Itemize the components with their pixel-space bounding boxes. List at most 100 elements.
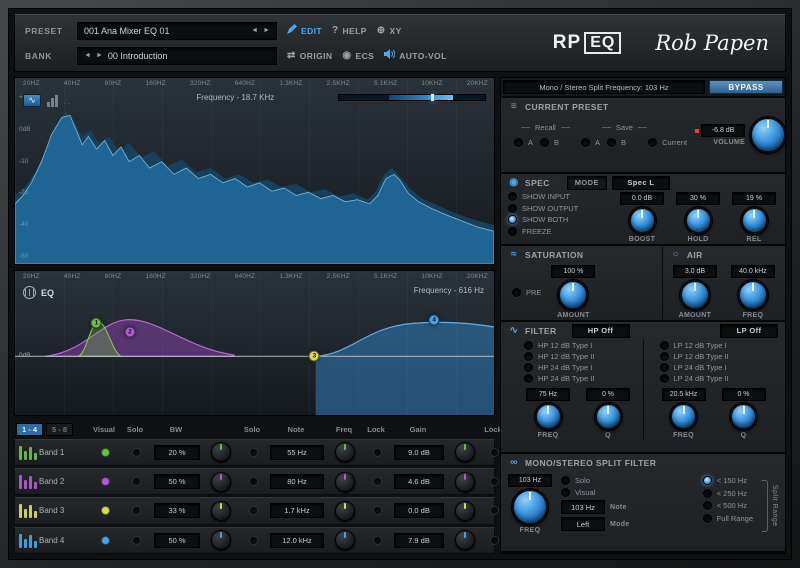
split-solo-radio[interactable]: Solo [561,476,629,485]
boost-knob[interactable] [628,207,656,234]
band3-solo-toggle[interactable] [131,506,141,516]
split-visual-radio[interactable]: Visual [561,488,629,497]
auto-vol-button[interactable]: AUTO-VOL [384,49,446,62]
air-amount-knob[interactable] [679,280,710,310]
lp-24-type2-radio[interactable]: LP 24 dB Type II [659,374,779,383]
band1-freq-knob[interactable] [335,442,355,463]
lp-freq-value[interactable]: 20.5 kHz [661,388,706,401]
band3-note-solo-toggle[interactable] [248,506,258,516]
band2-freq-value[interactable]: 80 Hz [270,474,324,490]
band1-note-solo-toggle[interactable] [248,447,258,457]
show-input-radio[interactable]: SHOW INPUT [508,192,612,201]
split-freq-knob[interactable] [512,489,548,525]
hp-mode-dropdown[interactable]: HP Off [571,323,630,338]
lp-q-knob[interactable] [730,403,757,430]
band2-gain-lock-toggle[interactable] [489,477,499,487]
eq-display[interactable]: 20HZ 40HZ 80HZ 160HZ 320HZ 640HZ 1.3KHZ 2.5KHZ 5… [14,270,495,416]
saturation-amount-value[interactable]: 100 % [551,265,596,278]
hold-value[interactable]: 30 % [676,192,720,205]
air-freq-value[interactable]: 40.0 kHz [730,265,775,278]
recall-a-radio[interactable]: A [514,138,533,147]
bank-next-arrow[interactable]: ► [96,52,103,59]
hold-knob[interactable] [684,207,712,234]
volume-knob[interactable] [750,117,787,153]
eq-plot[interactable]: 1 2 3 4 [15,283,494,415]
range-full-radio[interactable]: Full Range [702,513,753,523]
help-button[interactable]: ? HELP [332,25,367,36]
lp-24-type1-radio[interactable]: LP 24 dB Type I [659,363,779,372]
hp-24-type2-radio[interactable]: HP 24 dB Type II [524,374,643,383]
spec-mode-button[interactable]: MODE [566,175,607,190]
split-note-value[interactable]: 103 Hz [561,500,605,514]
bank-selector[interactable]: ◄ ► 00 Introduction [77,46,277,65]
hp-freq-knob[interactable] [534,403,562,430]
boost-value[interactable]: 0.0 dB [620,192,664,205]
range-150hz-radio[interactable]: < 150 Hz [702,476,753,485]
air-amount-value[interactable]: 3.0 dB [672,265,717,278]
range-500hz-radio[interactable]: < 500 Hz [702,501,753,510]
spec-mode-dropdown[interactable]: Spec L [611,175,670,190]
band4-freq-lock-toggle[interactable] [372,535,382,545]
rel-value[interactable]: 19 % [732,192,776,205]
bank-prev-arrow[interactable]: ◄ [84,52,91,59]
spectrum-peak-hold-icon[interactable]: ∴ [64,98,70,107]
band1-gain-knob[interactable] [455,442,475,463]
lp-freq-knob[interactable] [670,403,697,430]
eq-node-band4[interactable]: 4 [428,314,440,326]
hp-12-type2-radio[interactable]: HP 12 dB Type II [524,352,643,361]
band4-solo-toggle[interactable] [131,535,141,545]
origin-button[interactable]: ⇄ ORIGIN [287,50,332,61]
spectrum-wave-icon[interactable]: ∿ [23,94,41,107]
band2-solo-toggle[interactable] [131,477,141,487]
band1-bw-value[interactable]: 20 % [154,444,200,460]
band4-freq-knob[interactable] [335,530,355,551]
tab-bands-1-4[interactable]: 1 - 4 [16,422,44,436]
band3-freq-lock-toggle[interactable] [372,506,382,516]
current-radio[interactable]: Current [648,138,687,147]
band2-freq-lock-toggle[interactable] [372,477,382,487]
band2-freq-knob[interactable] [335,471,355,492]
spectrum-display[interactable]: 20HZ 40HZ 80HZ 160HZ 320HZ 640HZ 1.3KHZ 2.5KHZ 5… [14,77,495,265]
slider-marker[interactable] [430,94,434,101]
save-b-radio[interactable]: B [607,138,626,147]
band1-bw-knob[interactable] [211,442,231,463]
band3-gain-lock-toggle[interactable] [489,506,499,516]
band2-bw-value[interactable]: 50 % [154,474,200,490]
hp-24-type1-radio[interactable]: HP 24 dB Type I [524,363,643,372]
band2-gain-value[interactable]: 4.6 dB [394,474,444,490]
band2-bw-knob[interactable] [211,471,231,492]
band3-visual-toggle[interactable] [100,506,110,516]
freeze-radio[interactable]: FREEZE [508,226,612,236]
band4-bw-value[interactable]: 50 % [154,532,200,548]
band1-gain-value[interactable]: 9.0 dB [394,444,444,460]
hp-freq-value[interactable]: 75 Hz [526,388,570,401]
band1-visual-toggle[interactable] [100,447,110,457]
band4-gain-lock-toggle[interactable] [489,535,499,545]
band1-freq-lock-toggle[interactable] [372,447,382,457]
band1-freq-value[interactable]: 55 Hz [270,444,324,460]
band2-gain-knob[interactable] [455,471,475,492]
spectrum-frequency-slider[interactable] [338,94,486,101]
xy-button[interactable]: ⊕ XY [377,25,402,36]
lp-mode-dropdown[interactable]: LP Off [720,323,778,338]
tab-bands-5-8[interactable]: 5 - 8 [46,422,74,436]
save-a-radio[interactable]: A [581,138,600,147]
band3-gain-knob[interactable] [455,500,475,521]
range-250hz-radio[interactable]: < 250 Hz [702,488,753,498]
air-freq-knob[interactable] [737,280,768,310]
band4-gain-knob[interactable] [455,530,475,551]
band1-solo-toggle[interactable] [131,447,141,457]
volume-value[interactable]: -6.8 dB [701,124,746,137]
recall-b-radio[interactable]: B [540,138,559,147]
band2-note-solo-toggle[interactable] [248,477,258,487]
preset-selector[interactable]: 001 Ana Mixer EQ 01 ◄ ► [77,21,277,40]
hp-q-knob[interactable] [594,403,622,430]
split-freq-value[interactable]: 103 Hz [508,474,552,487]
eq-node-band3[interactable]: 3 [308,350,320,362]
bypass-button[interactable]: BYPASS [709,80,783,94]
ecs-button[interactable]: ◉ ECS [342,50,374,61]
band3-gain-value[interactable]: 0.0 dB [394,503,444,519]
split-mode-dropdown[interactable]: Left [561,517,605,531]
band4-visual-toggle[interactable] [100,535,110,545]
preset-prev-arrow[interactable]: ◄ [251,27,258,34]
